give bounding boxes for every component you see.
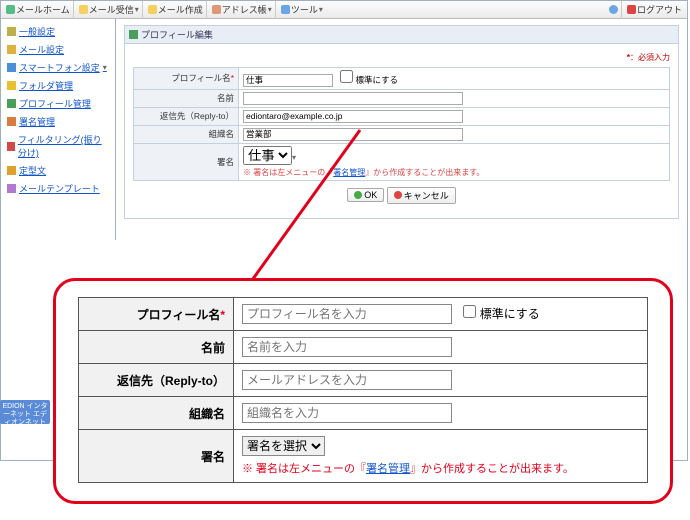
sidebar-item-template-text[interactable]: 定型文 — [7, 164, 109, 177]
select-sign[interactable]: 仕事 — [243, 146, 292, 165]
sidebar-item-smartphone[interactable]: スマートフォン設定▾ — [7, 61, 109, 74]
checkbox-default[interactable] — [340, 70, 353, 83]
input-profile-name[interactable] — [243, 74, 333, 87]
sidebar-item-filter[interactable]: フィルタリング(振り分け) — [7, 133, 109, 159]
cancel-button[interactable]: キャンセル — [387, 187, 456, 204]
sidebar: 一般設定 メール設定 スマートフォン設定▾ フォルダ管理 プロフィール管理 署名… — [1, 19, 116, 240]
sidebar-item-mail[interactable]: メール設定 — [7, 43, 109, 56]
input-org[interactable] — [243, 128, 463, 141]
label-profile-name: プロフィール名* — [134, 68, 239, 90]
toolbar-tools[interactable]: ツール▾ — [278, 1, 326, 19]
label-name: 名前 — [134, 89, 239, 107]
zoom-label-default: 標準にする — [480, 307, 540, 321]
sidebar-item-signature[interactable]: 署名管理 — [7, 115, 109, 128]
sign-hint: ※ 署名は左メニューの『署名管理』から作成することが出来ます。 — [243, 167, 665, 178]
toolbar: メールホーム メール受信▾ メール作成 アドレス帳▾ ツール▾ ログアウト — [1, 1, 687, 19]
zoom-panel: プロフィール名* 標準にする 名前 返信先（Reply-to） 組織名 署名 署… — [53, 278, 673, 504]
brand-footer: EDION インターネット エディオンネット — [0, 400, 50, 424]
toolbar-logout[interactable]: ログアウト — [624, 1, 685, 19]
zoom-label-profile-name: プロフィール名* — [79, 298, 234, 331]
sidebar-item-mail-template[interactable]: メールテンプレート — [7, 182, 109, 195]
zoom-input-profile-name[interactable] — [242, 304, 452, 324]
label-default: 標準にする — [355, 75, 398, 85]
label-sign: 署名 — [134, 143, 239, 180]
panel-title: プロフィール編集 — [124, 25, 679, 44]
label-org: 組織名 — [134, 125, 239, 143]
zoom-label-sign: 署名 — [79, 430, 234, 483]
zoom-select-sign[interactable]: 署名を選択 — [242, 436, 325, 456]
content: プロフィール編集 *：必須入力 プロフィール名* 標準にする 名前 — [116, 19, 687, 240]
profile-form-mini: プロフィール名* 標準にする 名前 返信先（Reply-to） — [133, 67, 670, 181]
input-name[interactable] — [243, 92, 463, 105]
zoom-input-name[interactable] — [242, 337, 452, 357]
zoom-input-org[interactable] — [242, 403, 452, 423]
sidebar-item-profile[interactable]: プロフィール管理 — [7, 97, 109, 110]
zoom-label-name: 名前 — [79, 331, 234, 364]
sidebar-item-general[interactable]: 一般設定 — [7, 25, 109, 38]
required-note: *：必須入力 — [133, 52, 670, 63]
toolbar-compose[interactable]: メール作成 — [145, 1, 207, 19]
zoom-input-reply[interactable] — [242, 370, 452, 390]
zoom-form: プロフィール名* 標準にする 名前 返信先（Reply-to） 組織名 署名 署… — [78, 297, 648, 483]
sidebar-item-folder[interactable]: フォルダ管理 — [7, 79, 109, 92]
sign-hint-link[interactable]: 署名管理 — [333, 168, 365, 177]
toolbar-help[interactable] — [606, 1, 622, 19]
toolbar-check[interactable]: メール受信▾ — [76, 1, 143, 19]
toolbar-address[interactable]: アドレス帳▾ — [209, 1, 276, 19]
zoom-label-reply: 返信先（Reply-to） — [79, 364, 234, 397]
ok-button[interactable]: OK — [347, 188, 384, 202]
zoom-checkbox-default[interactable] — [463, 305, 476, 318]
toolbar-home[interactable]: メールホーム — [3, 1, 74, 19]
zoom-label-org: 組織名 — [79, 397, 234, 430]
label-reply: 返信先（Reply-to） — [134, 107, 239, 125]
zoom-sign-note: ※ 署名は左メニューの『署名管理』から作成することが出来ます。 — [242, 460, 639, 476]
zoom-sign-note-link[interactable]: 署名管理 — [366, 463, 410, 475]
input-reply[interactable] — [243, 110, 463, 123]
